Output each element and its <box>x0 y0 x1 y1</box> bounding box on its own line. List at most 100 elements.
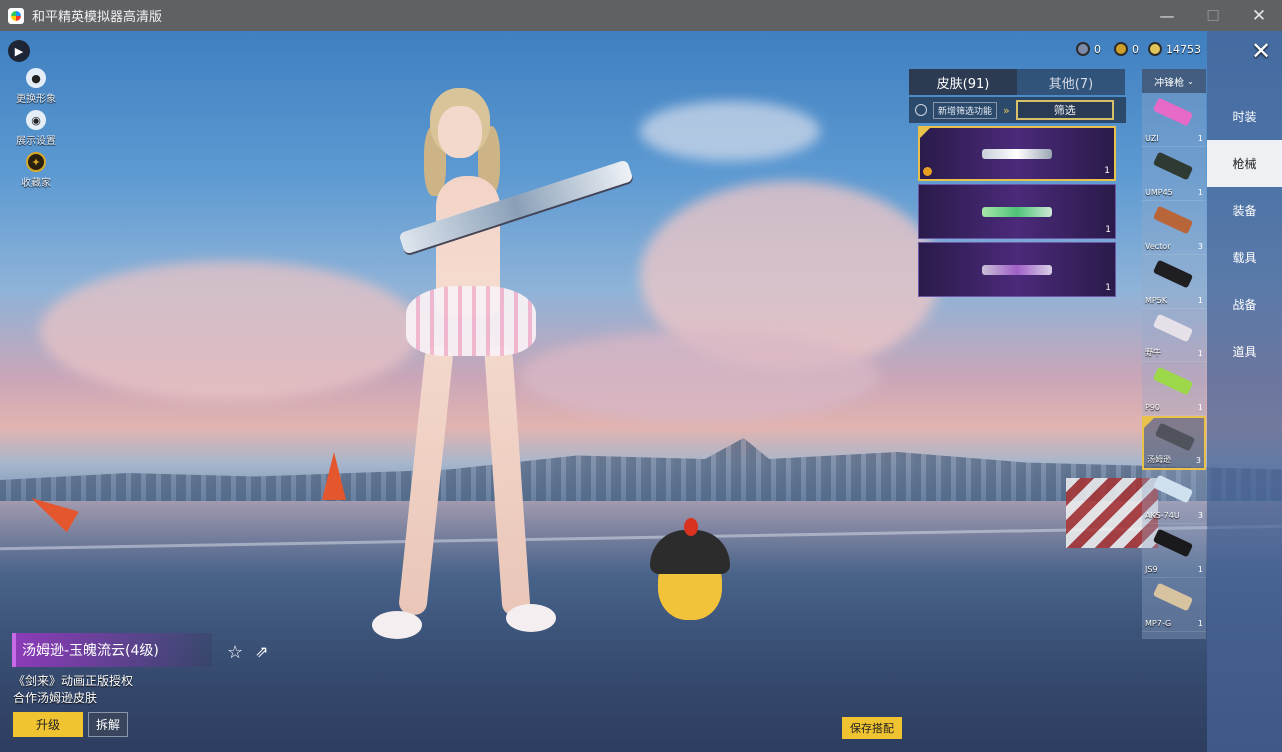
tab-others[interactable]: 其他(7) <box>1017 69 1125 95</box>
pet-plume <box>684 518 698 536</box>
weapon-name: AKS-74U <box>1145 511 1180 521</box>
display-settings-label: 展示设置 <box>16 136 56 147</box>
close-icon[interactable]: ✕ <box>1246 36 1276 66</box>
skin-panel: 皮肤(91) 其他(7) 新增筛选功能 » 筛选 1 1 1 <box>909 69 1126 298</box>
weapon-image <box>1152 474 1194 504</box>
weapon-item-bizon[interactable]: 野牛 1 <box>1142 309 1206 363</box>
category-battle-prep[interactable]: 战备 <box>1207 281 1282 328</box>
weapon-count: 3 <box>1195 456 1201 466</box>
selected-corner-icon <box>1144 418 1154 429</box>
player-character[interactable] <box>372 96 634 656</box>
weapon-image <box>1152 205 1194 235</box>
skin-tabs: 皮肤(91) 其他(7) <box>909 69 1126 95</box>
weapon-item-aks74u[interactable]: AKS-74U 3 <box>1142 470 1206 525</box>
minimize-button[interactable]: — <box>1144 0 1190 31</box>
chick-pet[interactable] <box>650 518 730 630</box>
selected-corner-icon <box>920 128 930 138</box>
weapon-list: 冲锋枪 ⌄ UZI 1 UMP45 1 Vector 3 MP5K 1 野牛 1 … <box>1142 69 1206 639</box>
expand-arrow-button[interactable]: ▶ <box>8 40 30 62</box>
weapon-item-uzi[interactable]: UZI 1 <box>1142 93 1206 147</box>
weapon-image <box>1152 97 1194 127</box>
weapon-count: 3 <box>1197 241 1203 251</box>
category-fashion[interactable]: 时装 <box>1207 93 1282 140</box>
category-items[interactable]: 道具 <box>1207 328 1282 375</box>
category-nav: 时装 枪械 装备 载具 战备 道具 <box>1207 31 1282 752</box>
skin-card[interactable]: 1 <box>918 242 1116 297</box>
character-head <box>438 106 482 158</box>
character-shoe <box>372 611 422 639</box>
chevron-right-icon: » <box>1003 103 1010 117</box>
filter-row: 新增筛选功能 » 筛选 <box>909 97 1126 123</box>
window-titlebar: 和平精英模拟器高清版 — ☐ ✕ <box>0 0 1282 31</box>
search-icon[interactable] <box>915 104 927 116</box>
display-settings-button[interactable]: ◉ 展示设置 <box>8 110 64 147</box>
cloud <box>640 101 820 161</box>
gun-skin-image <box>982 206 1052 217</box>
window-close-button[interactable]: ✕ <box>1236 0 1282 31</box>
character-leg <box>484 345 531 617</box>
skin-card[interactable]: 1 <box>918 126 1116 181</box>
character-leg <box>397 344 454 616</box>
collector-button[interactable]: ✦ 收藏家 <box>8 152 64 189</box>
dismantle-button[interactable]: 拆解 <box>88 712 128 737</box>
pet-helmet <box>650 530 730 574</box>
weapon-item-mp7g[interactable]: MP7-G 1 <box>1142 578 1206 632</box>
category-equipment[interactable]: 装备 <box>1207 187 1282 234</box>
weapon-item-js9[interactable]: JS9 1 <box>1142 524 1206 579</box>
item-name-banner: 汤姆逊-玉魄流云(4级) <box>12 633 212 667</box>
weapon-count: 1 <box>1197 349 1203 359</box>
description-line: 合作汤姆逊皮肤 <box>13 691 98 705</box>
upgrade-button[interactable]: 升级 <box>13 712 83 737</box>
left-action-bar: ▶ ● 更换形象 ◉ 展示设置 ✦ 收藏家 <box>8 40 64 194</box>
cloud <box>520 331 880 421</box>
weapon-count: 1 <box>1197 403 1203 413</box>
weapon-item-vector[interactable]: Vector 3 <box>1142 201 1206 255</box>
filter-button[interactable]: 筛选 <box>1015 100 1114 120</box>
collector-icon: ✦ <box>26 152 46 172</box>
currency-bean[interactable]: 14753 <box>1148 41 1201 57</box>
weapon-item-mp5k[interactable]: MP5K 1 <box>1142 255 1206 309</box>
category-vehicles[interactable]: 载具 <box>1207 234 1282 281</box>
weapon-item-thompson[interactable]: 汤姆逊 3 <box>1142 416 1206 471</box>
description-line: 《剑来》动画正版授权 <box>13 674 134 688</box>
skin-count: 1 <box>1105 283 1111 293</box>
skin-card[interactable]: 1 <box>918 184 1116 239</box>
currency-gold[interactable]: 0 <box>1114 41 1139 57</box>
gold-coin-icon <box>1114 42 1128 56</box>
weapon-image <box>1152 367 1194 396</box>
weapon-type-dropdown[interactable]: 冲锋枪 ⌄ <box>1142 69 1206 93</box>
weapon-name: MP5K <box>1145 295 1168 305</box>
weapon-name: UMP45 <box>1145 187 1173 197</box>
weapon-name: P90 <box>1145 403 1161 413</box>
weapon-name: Vector <box>1145 241 1171 251</box>
weapon-count: 1 <box>1197 133 1203 143</box>
currency-silver[interactable]: 0 <box>1076 41 1101 57</box>
weapon-name: MP7-G <box>1145 618 1172 628</box>
save-outfit-button[interactable]: 保存搭配 <box>842 717 902 739</box>
maximize-button[interactable]: ☐ <box>1190 0 1236 31</box>
weapon-count: 1 <box>1197 295 1203 305</box>
weapon-image <box>1152 528 1194 558</box>
favorite-star-icon[interactable]: ☆ <box>227 642 247 663</box>
change-appearance-button[interactable]: ● 更换形象 <box>8 68 64 105</box>
window-title: 和平精英模拟器高清版 <box>32 10 163 25</box>
app-icon <box>8 7 24 24</box>
weapon-name: 野牛 <box>1145 348 1161 358</box>
character-skirt <box>406 286 536 356</box>
new-filter-hint[interactable]: 新增筛选功能 <box>933 101 998 119</box>
item-description: 《剑来》动画正版授权 合作汤姆逊皮肤 <box>13 673 133 707</box>
weapon-name: JS9 <box>1145 565 1158 575</box>
weapon-name: 汤姆逊 <box>1147 455 1171 465</box>
change-appearance-label: 更换形象 <box>16 94 56 105</box>
category-firearms[interactable]: 枪械 <box>1207 140 1282 187</box>
avatar-icon: ● <box>26 68 46 88</box>
weapon-count: 1 <box>1197 565 1203 575</box>
skin-list: 1 1 1 <box>909 126 1126 297</box>
currency-value: 0 <box>1132 42 1139 56</box>
gun-skin-image <box>982 264 1052 275</box>
share-icon[interactable]: ⇗ <box>255 642 277 662</box>
tab-skins[interactable]: 皮肤(91) <box>909 69 1017 95</box>
weapon-item-p90[interactable]: P90 1 <box>1142 362 1206 417</box>
weapon-item-ump45[interactable]: UMP45 1 <box>1142 147 1206 201</box>
weapon-count: 3 <box>1197 511 1203 521</box>
